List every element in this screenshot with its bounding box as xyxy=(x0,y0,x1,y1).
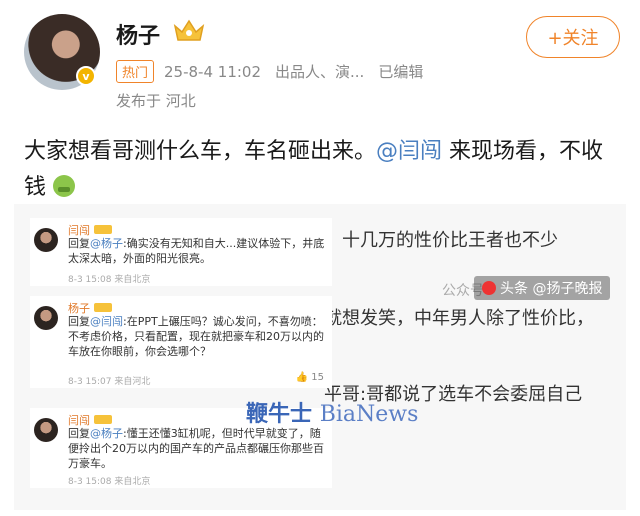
mention-link[interactable]: @闫闯 xyxy=(376,139,442,164)
post-text: 大家想看哥测什么车，车名砸出来。@闫闯 来现场看，不收钱 xyxy=(24,134,624,206)
crown-icon xyxy=(173,19,205,41)
comment-text: 回复@杨子:懂王还懂3缸机呢，但时代早就变了，随便拎出个20万以内的国产车的产品… xyxy=(68,427,324,470)
comment-avatar xyxy=(34,228,58,252)
post-location: 发布于 河北 xyxy=(116,92,196,110)
comment-text: 回复@杨子:确实没有无知和自大...建议体验下，井底太深太暗，外面的阳光很亮。 xyxy=(68,237,325,265)
verified-badge-icon: v xyxy=(76,66,96,86)
comment-card: 闫闯 回复@杨子:确实没有无知和自大...建议体验下，井底太深太暗，外面的阳光很… xyxy=(30,218,332,286)
comment-text: 回复@闫闯:在PPT上碾压吗？诚心发问，不喜勿喷：不考虑价格，只看配置，现在就把… xyxy=(68,315,324,358)
post-text-main: 大家想看哥测什么车，车名砸出来。 xyxy=(24,139,377,164)
vip-icon xyxy=(94,225,112,234)
vip-icon xyxy=(94,303,112,312)
side-text-1: ，十几万的性价比王者也不少 xyxy=(324,230,558,251)
emoji-icon xyxy=(53,175,76,197)
comment-meta: 8-3 15:08 来自北京 xyxy=(68,477,151,487)
source-badge: 头条 @扬子晚报 xyxy=(474,276,611,300)
comment-avatar xyxy=(34,306,58,330)
user-name[interactable]: 杨子 xyxy=(116,18,160,50)
comment-meta: 8-3 15:07 来自河北 xyxy=(68,377,151,387)
post-image[interactable]: ，十几万的性价比王者也不少 就想发笑，中年男人除了性价比， 平哥:哥都说了选车不… xyxy=(14,204,626,510)
post-source: 出品人、演... xyxy=(275,63,365,81)
watermark: 鞭牛士 BiaNews xyxy=(246,401,419,427)
follow-button[interactable]: +关注 xyxy=(526,16,620,58)
side-text-2: 就想发笑，中年男人除了性价比， xyxy=(324,308,594,329)
comment-avatar xyxy=(34,418,58,442)
post-datetime: 25-8-4 11:02 xyxy=(164,62,262,81)
comment-meta: 8-3 15:08 来自北京 xyxy=(68,275,151,285)
toutiao-logo-icon xyxy=(482,281,496,295)
post-meta: 热门 25-8-4 11:02 出品人、演... 已编辑 xyxy=(116,60,423,83)
comment-card: 杨子 回复@闫闯:在PPT上碾压吗？诚心发问，不喜勿喷：不考虑价格，只看配置，现… xyxy=(30,296,332,388)
hot-tag[interactable]: 热门 xyxy=(116,60,155,83)
vip-icon xyxy=(94,415,112,424)
edited-label[interactable]: 已编辑 xyxy=(378,61,423,82)
like-count[interactable]: 👍 15 xyxy=(296,372,324,383)
